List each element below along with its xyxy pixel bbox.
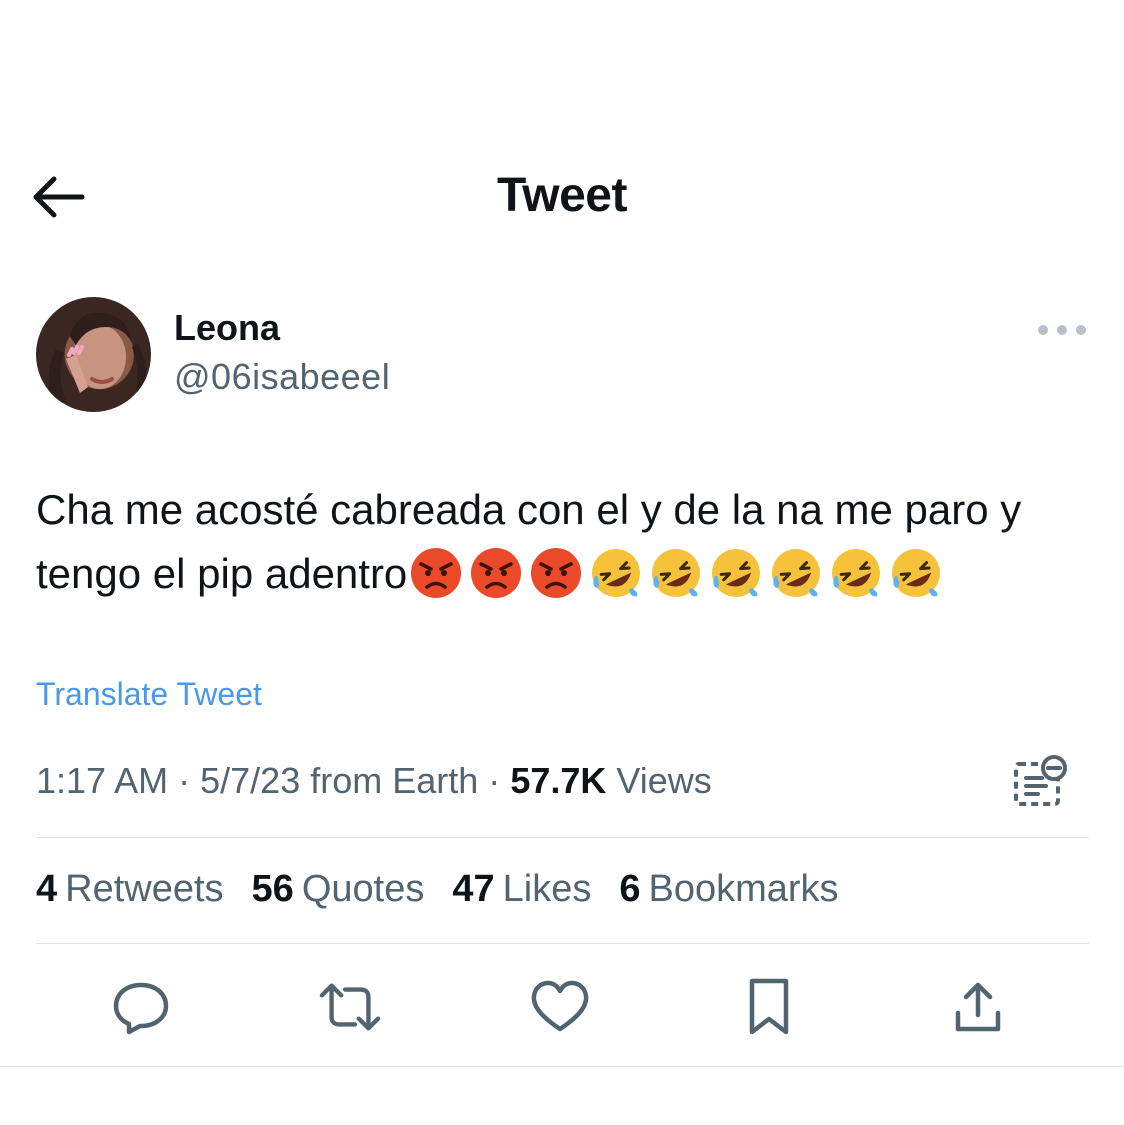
- bookmark-button[interactable]: [737, 975, 801, 1039]
- stat-retweets[interactable]: 4 Retweets: [36, 868, 224, 911]
- views-label: Views: [616, 760, 712, 801]
- retweet-icon: [319, 983, 381, 1031]
- analytics-icon: [1014, 755, 1067, 806]
- stat-quotes[interactable]: 56 Quotes: [252, 868, 425, 911]
- stat-label: Likes: [502, 868, 592, 910]
- rofl-emoji: [592, 549, 641, 597]
- tweet-stats: 4 Retweets 56 Quotes 47 Likes 6 Bookmarks: [36, 868, 839, 911]
- retweet-button[interactable]: [318, 975, 382, 1039]
- meta-separator: ·: [178, 760, 191, 801]
- stat-count: 47: [452, 868, 495, 910]
- stat-count: 4: [36, 868, 58, 910]
- stat-label: Quotes: [301, 868, 425, 910]
- angry-face-emoji: [411, 548, 462, 598]
- stat-count: 6: [619, 868, 641, 910]
- bookmark-icon: [749, 978, 789, 1035]
- stat-bookmarks[interactable]: 6 Bookmarks: [619, 868, 838, 911]
- like-button[interactable]: [528, 975, 592, 1039]
- stat-likes[interactable]: 47 Likes: [452, 868, 591, 911]
- reply-icon: [113, 982, 169, 1035]
- like-icon: [531, 980, 589, 1032]
- views-count: 57.7K: [510, 760, 607, 801]
- rofl-emoji: [772, 549, 821, 597]
- author-name[interactable]: Leona: [174, 307, 280, 349]
- tweet-text: Cha me acosté cabreada con el y de la na…: [36, 478, 1096, 606]
- tweet-meta: 1:17 AM · 5/7/23 from Earth · 57.7K View…: [36, 760, 712, 802]
- stat-count: 56: [251, 868, 294, 910]
- angry-face-emoji: [471, 548, 522, 598]
- page-title: Tweet: [497, 169, 627, 222]
- more-horizontal-icon: [1038, 325, 1048, 335]
- tweet-source: from Earth: [310, 760, 479, 801]
- author-handle[interactable]: @06isabeeel: [174, 356, 390, 398]
- share-icon: [955, 982, 1001, 1032]
- rofl-emoji: [652, 549, 701, 597]
- more-options-button[interactable]: [1038, 318, 1086, 342]
- tweet-date[interactable]: 5/7/23: [200, 760, 300, 801]
- divider: [0, 1066, 1124, 1067]
- meta-separator: ·: [488, 760, 501, 801]
- reply-button[interactable]: [109, 975, 173, 1039]
- divider: [36, 943, 1089, 944]
- more-dot: [1057, 325, 1067, 335]
- share-button[interactable]: [946, 975, 1010, 1039]
- divider: [36, 837, 1089, 838]
- avatar-photo: [48, 312, 147, 407]
- more-dot: [1076, 325, 1086, 335]
- angry-face-emoji: [531, 548, 582, 598]
- stat-label: Bookmarks: [648, 868, 839, 910]
- avatar[interactable]: [36, 297, 151, 412]
- emoji-row: [409, 546, 943, 600]
- translate-tweet-link[interactable]: Translate Tweet: [36, 676, 262, 713]
- rofl-emoji: [832, 549, 881, 597]
- view-analytics-button[interactable]: [1012, 754, 1070, 810]
- rofl-emoji: [892, 549, 941, 597]
- tweet-time[interactable]: 1:17 AM: [36, 760, 168, 801]
- stat-label: Retweets: [65, 868, 224, 910]
- rofl-emoji: [712, 549, 761, 597]
